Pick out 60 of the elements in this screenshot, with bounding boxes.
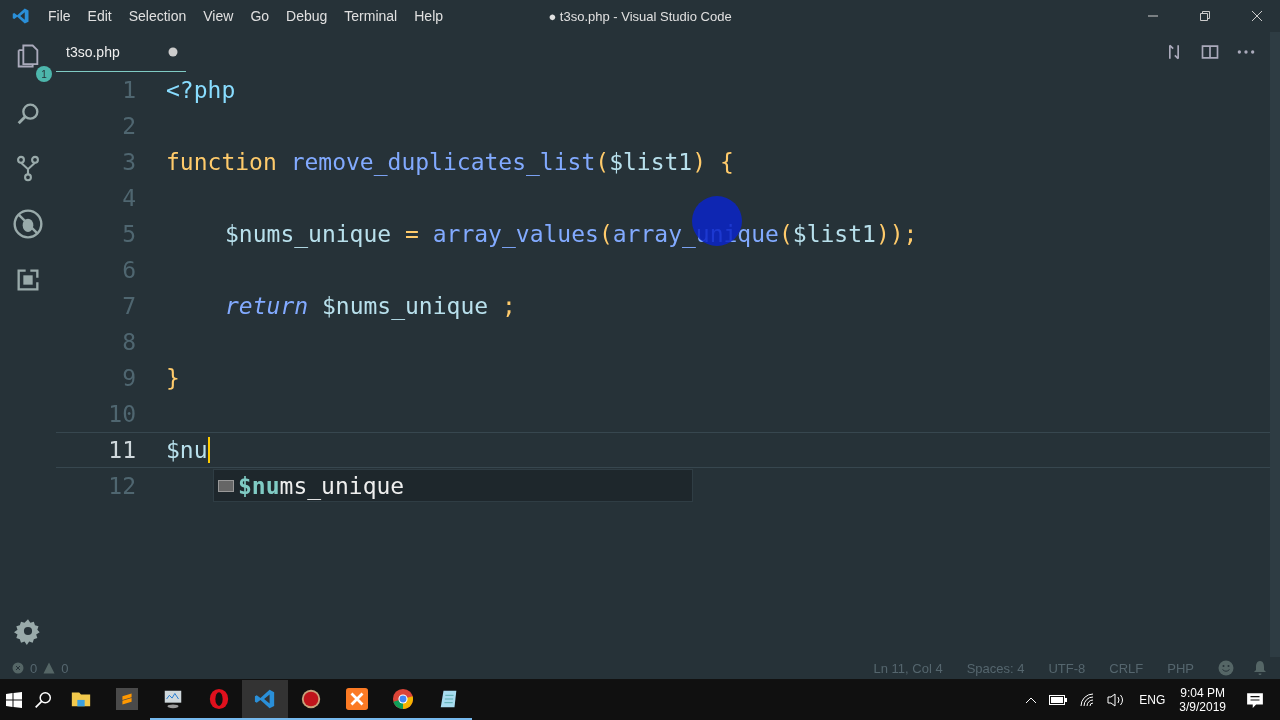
source-control-icon[interactable]: [14, 154, 42, 182]
line-number: 10: [107, 401, 136, 427]
line-number: 2: [121, 113, 136, 139]
code-line: return $nums_unique ;: [224, 293, 516, 319]
line-number: 7: [121, 293, 136, 319]
line-number: 4: [121, 185, 136, 211]
close-icon[interactable]: [1251, 10, 1263, 22]
search-icon[interactable]: [34, 691, 52, 709]
code-line: }: [166, 365, 180, 391]
menu-item[interactable]: Help: [414, 8, 444, 24]
line-number: 8: [121, 329, 136, 355]
menu-item[interactable]: Go: [250, 8, 270, 24]
line-number: 9: [121, 365, 136, 391]
windows-start-icon[interactable]: [6, 692, 22, 708]
taskbar-app[interactable]: [242, 680, 288, 720]
line-number: 11: [107, 437, 136, 463]
line-number: 6: [121, 257, 136, 283]
opera-icon: [208, 688, 230, 710]
line-number: 5: [121, 221, 136, 247]
menu-item[interactable]: Terminal: [344, 8, 398, 24]
suggestion-item[interactable]: $nums_unique: [213, 469, 693, 502]
more-icon[interactable]: [1236, 48, 1256, 56]
language-indicator[interactable]: ENG: [1139, 693, 1166, 707]
code-line: function remove_duplicates_list($list1) {: [166, 149, 734, 175]
chevron-up-icon[interactable]: [1025, 696, 1038, 704]
line-number: 12: [107, 473, 136, 499]
notification-icon[interactable]: [1246, 691, 1264, 709]
restore-icon[interactable]: [1199, 10, 1211, 22]
text-cursor: [207, 437, 210, 463]
wifi-icon[interactable]: [1079, 692, 1096, 708]
battery-icon[interactable]: [1049, 695, 1068, 705]
menu-item[interactable]: File: [48, 8, 71, 24]
speaker-icon[interactable]: [1107, 692, 1126, 708]
menu-item[interactable]: Edit: [87, 8, 112, 24]
error-icon: [12, 662, 24, 674]
debug-icon[interactable]: [12, 208, 44, 240]
clock-time[interactable]: 9:04 PM: [1180, 686, 1225, 700]
text-word-icon: [218, 479, 234, 492]
menu-item[interactable]: View: [203, 8, 234, 24]
warning-icon: [43, 662, 56, 674]
menu-item[interactable]: Debug: [286, 8, 328, 24]
editor-tab[interactable]: t3so.php: [56, 32, 186, 72]
code-line: $nu: [166, 437, 208, 463]
menu-item[interactable]: Selection: [128, 8, 187, 24]
sublime-text-icon: [116, 688, 138, 710]
vscode-logo-icon: [12, 7, 30, 25]
monitor-icon: [162, 688, 184, 710]
record-icon: [300, 688, 322, 710]
xampp-icon: [346, 688, 368, 710]
settings-icon[interactable]: [14, 617, 42, 645]
code-line: <?php: [166, 77, 236, 103]
line-number: 3: [121, 149, 136, 175]
unsaved-dot-icon[interactable]: [168, 46, 178, 57]
clock-date[interactable]: 3/9/2019: [1179, 700, 1226, 714]
window-title: ● t3so.php - Visual Studio Code: [548, 8, 732, 24]
vscode-icon: [254, 688, 276, 710]
notification-badge: 1: [36, 66, 52, 82]
chrome-icon: [392, 688, 414, 710]
line-number: 1: [121, 77, 136, 103]
split-editor-icon[interactable]: [1200, 42, 1220, 62]
